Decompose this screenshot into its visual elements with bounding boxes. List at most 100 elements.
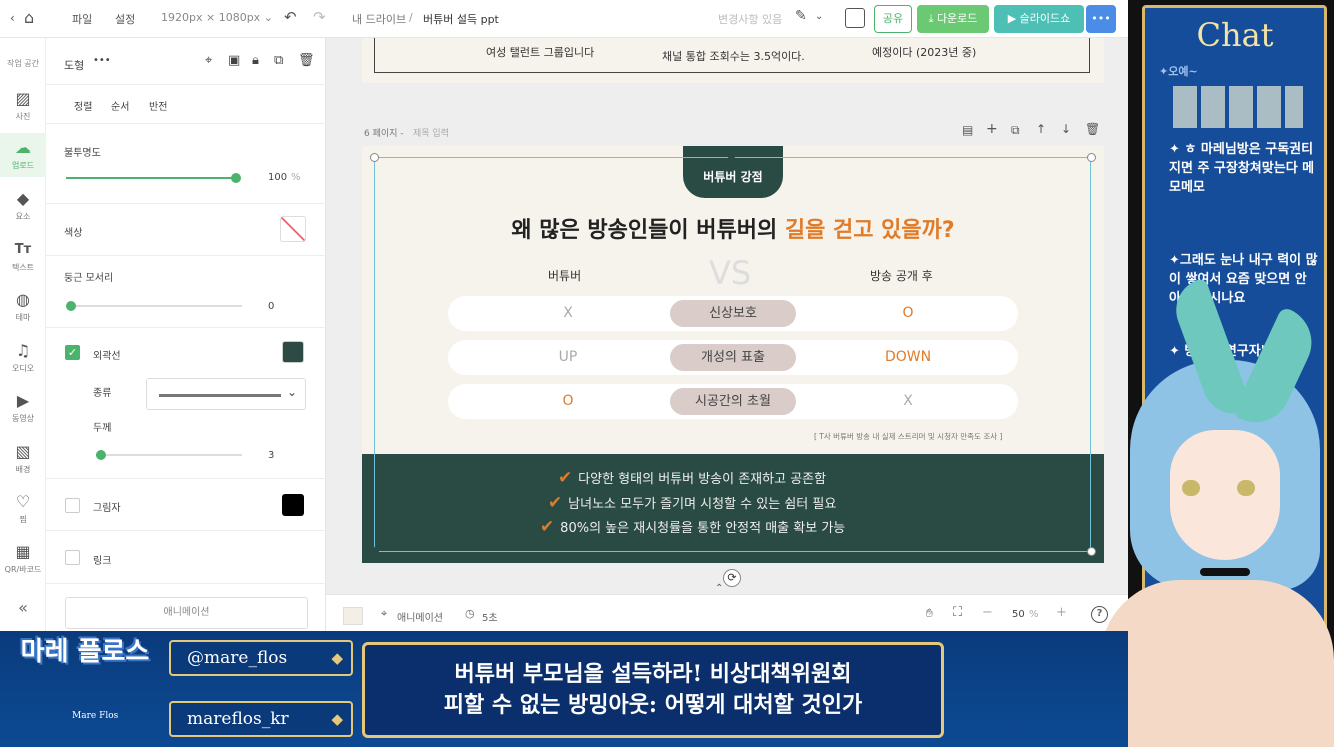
sidebar-item-favorites[interactable]: ♡ 찜 (0, 493, 46, 525)
zoom-out-icon[interactable]: − (982, 605, 993, 620)
chevron-down-icon[interactable]: ⌄ (815, 11, 823, 22)
tab-flip[interactable]: 반전 (149, 98, 167, 113)
breadcrumb-separator: / (409, 11, 413, 24)
twitter-handle-text: @mare_flos (187, 648, 288, 668)
paint-format-icon[interactable]: ▣ (228, 53, 240, 68)
qr-icon: ▦ (15, 542, 31, 561)
undo-icon[interactable]: ↶ (284, 8, 297, 26)
slide-6[interactable]: 버튜버 강점 왜 많은 방송인들이 버튜버의 길을 걷고 있을까? 버튜버 VS… (362, 146, 1104, 563)
sidebar-item-photo[interactable]: ▨ 사진 (0, 90, 46, 122)
link-checkbox[interactable] (65, 550, 80, 565)
redo-icon[interactable]: ↷ (313, 8, 326, 26)
sidebar-item-label: 테마 (15, 313, 31, 322)
resize-handle[interactable] (370, 153, 379, 162)
rotate-handle-icon[interactable]: ⟳ (723, 569, 741, 587)
animation-icon[interactable]: ⌖ (381, 607, 387, 621)
sidebar-item-label: 업로드 (11, 161, 35, 170)
tab-align[interactable]: 정렬 (74, 98, 92, 113)
pen-icon[interactable]: ✎ (795, 8, 807, 24)
menu-settings[interactable]: 설정 (115, 11, 135, 27)
move-up-icon[interactable]: ↑ (1036, 122, 1046, 136)
color-swatch-none[interactable] (280, 216, 306, 242)
zoom-value[interactable]: 50 (1012, 609, 1025, 620)
twitter-icon: ◆ (331, 649, 343, 667)
logo-text: 마레 플로스 (20, 637, 150, 667)
menu-file[interactable]: 파일 (72, 11, 92, 27)
background-color-swatch[interactable] (343, 607, 363, 625)
sidebar-item-audio[interactable]: ♫ 오디오 (0, 342, 46, 374)
outline-checkbox[interactable]: ✓ (65, 345, 80, 360)
move-down-icon[interactable]: ↓ (1061, 122, 1071, 136)
sidebar-item-elements[interactable]: ◆ 요소 (0, 190, 46, 222)
chevron-down-icon: ⌄ (263, 11, 273, 24)
collapse-sidebar-icon[interactable]: « (0, 598, 46, 617)
fit-screen-icon[interactable]: ⛶ (953, 605, 962, 620)
slide-5[interactable]: 여성 탤런트 그룹입니다 채널 통합 조회수는 3.5억이다. 예정이다 (20… (362, 38, 1104, 83)
add-page-icon[interactable]: + (986, 121, 998, 137)
shadow-color-swatch[interactable] (282, 494, 304, 516)
palette-icon: ◍ (16, 290, 30, 309)
document-title[interactable]: 버튜버 설득 ppt (423, 11, 499, 27)
sidebar-item-label: 동영상 (11, 414, 35, 423)
sidebar-item-qr[interactable]: ▦ QR/바코드 (0, 543, 46, 575)
collapse-icon[interactable]: ‹ (10, 11, 15, 25)
chevron-up-icon[interactable]: ⌃ (715, 583, 723, 594)
panel-more-button[interactable]: ••• (93, 55, 111, 66)
channel-logo: 마레 플로스 Mare Flos (16, 619, 156, 737)
chat-message: ✦ ㅎ 마레님방은 구독권티지면 주 구장창쳐맞는다 메모메모 (1169, 142, 1315, 195)
share-button[interactable]: 공유 (874, 5, 912, 33)
animation-status[interactable]: 애니메이션 (397, 609, 443, 624)
download-button[interactable]: ⤓ 다운로드 (917, 5, 989, 33)
canvas-size-select[interactable]: 1920px × 1080px ⌄ (161, 11, 273, 24)
trash-icon[interactable]: 🗑︎ (298, 53, 315, 68)
zoom-in-icon[interactable]: + (1056, 605, 1067, 620)
thickness-slider[interactable] (96, 450, 242, 460)
outline-color-swatch[interactable] (282, 341, 304, 363)
page-title-input[interactable]: 제목 입력 (413, 126, 449, 139)
home-icon[interactable]: ⌂ (24, 8, 34, 27)
resize-handle[interactable] (370, 547, 379, 556)
save-icon[interactable] (845, 8, 865, 28)
duplicate-page-icon[interactable]: ⧉ (1011, 123, 1020, 138)
corner-radius-value[interactable]: 0 (268, 301, 274, 312)
emote-row (1173, 86, 1303, 128)
video-icon: ▶ (16, 391, 30, 410)
delete-page-icon[interactable]: 🗑︎ (1085, 122, 1100, 136)
more-button[interactable]: ••• (1086, 5, 1116, 33)
sidebar-item-upload[interactable]: ☁ 업로드 (0, 133, 46, 177)
slideshow-button[interactable]: ▶ 슬라이드쇼 (994, 5, 1084, 33)
duration-value[interactable]: 5초 (482, 609, 498, 624)
thickness-label: 두께 (93, 423, 112, 434)
avatar-eye (1237, 480, 1255, 496)
opacity-slider[interactable] (66, 173, 241, 183)
hand-icon[interactable]: ✋︎ (926, 606, 933, 621)
resize-handle[interactable] (1087, 153, 1096, 162)
duplicate-icon[interactable]: ⧉ (274, 53, 283, 68)
breadcrumb-root[interactable]: 내 드라이브 (352, 11, 406, 27)
elements-icon: ◆ (16, 189, 30, 208)
shadow-checkbox[interactable] (65, 498, 80, 513)
opacity-value[interactable]: 100 (268, 172, 287, 183)
avatar-body (1100, 580, 1334, 747)
sidebar-item-theme[interactable]: ◍ 테마 (0, 291, 46, 323)
timer-icon[interactable]: ◷ (465, 607, 475, 620)
sidebar-item-workspace[interactable]: 작업 공간 (0, 58, 46, 69)
lock-icon[interactable]: 🔒︎ (252, 53, 259, 68)
notes-icon[interactable]: ▤ (962, 123, 973, 137)
sidebar-item-background[interactable]: ▧ 배경 (0, 443, 46, 475)
selection-frame[interactable] (374, 157, 1091, 552)
canvas-area: 여성 탤런트 그룹입니다 채널 통합 조회수는 3.5억이다. 예정이다 (20… (326, 38, 1128, 594)
slide5-text-3: 예정이다 (2023년 중) (872, 46, 977, 59)
resize-handle[interactable] (728, 153, 735, 160)
chevron-down-icon: ⌄ (286, 385, 297, 399)
line-type-select[interactable]: ⌄ (146, 378, 306, 410)
sidebar-item-label: 배경 (15, 465, 31, 474)
thickness-value[interactable]: 3 (268, 450, 274, 461)
color-label: 색상 (64, 228, 83, 239)
sidebar-item-video[interactable]: ▶ 동영상 (0, 392, 46, 424)
eyedropper-icon[interactable]: ⌖ (205, 53, 212, 68)
sidebar-item-text[interactable]: Tт 텍스트 (0, 241, 46, 273)
resize-handle[interactable] (1087, 547, 1096, 556)
tab-order[interactable]: 순서 (111, 98, 129, 113)
corner-radius-slider[interactable] (66, 301, 242, 311)
